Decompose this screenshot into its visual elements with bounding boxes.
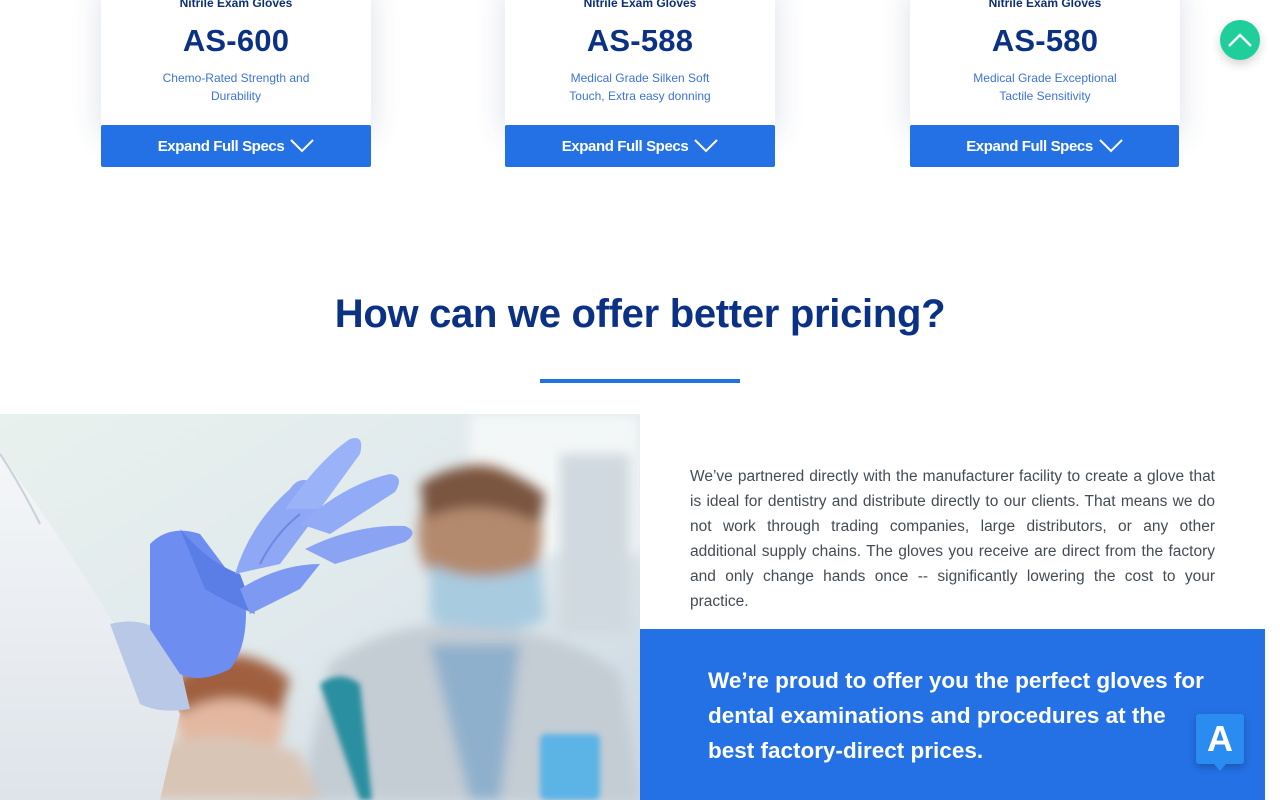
product-description: Medical Grade Silken Soft Touch, Extra e… [569,71,711,103]
chevron-down-icon [1099,139,1123,153]
product-card-as-580: Nitrile Exam Gloves AS-580 Medical Grade… [910,0,1180,125]
promo-banner: We’re proud to offer you the perfect glo… [640,629,1265,800]
page: Nitrile Exam Gloves AS-600 Chemo-Rated S… [0,0,1280,800]
product-model: AS-588 [586,23,694,58]
product-category: Nitrile Exam Gloves [179,0,293,10]
promo-text: We’re proud to offer you the perfect glo… [708,668,1204,763]
expand-specs-label: Expand Full Specs [561,137,689,155]
product-description: Chemo-Rated Strength and Durability [162,71,310,103]
product-card-as-588: Nitrile Exam Gloves AS-588 Medical Grade… [505,0,775,125]
chevron-down-icon [694,139,718,153]
product-model: AS-600 [182,23,290,58]
product-card-as-600: Nitrile Exam Gloves AS-600 Chemo-Rated S… [101,0,371,125]
expand-specs-button-as-580[interactable]: Expand Full Specs [910,125,1179,167]
product-description: Medical Grade Exceptional Tactile Sensit… [973,71,1117,103]
expand-specs-button-as-588[interactable]: Expand Full Specs [505,125,775,167]
dentist-gloves-photo [0,414,640,800]
scroll-to-top-button[interactable] [1220,20,1260,60]
expand-specs-button-as-600[interactable]: Expand Full Specs [101,125,371,167]
title-divider [540,379,740,383]
section-title: How can we offer better pricing? [334,292,946,336]
product-category: Nitrile Exam Gloves [988,0,1102,10]
chevron-up-icon [1228,33,1252,47]
product-category: Nitrile Exam Gloves [583,0,697,10]
expand-specs-label: Expand Full Specs [966,137,1093,155]
product-model: AS-580 [991,23,1099,58]
chevron-down-icon [290,139,314,153]
expand-specs-label: Expand Full Specs [157,137,285,155]
floating-chat-badge[interactable]: A [1196,714,1244,771]
pricing-body-text: We’ve partnered directly with the manufa… [690,468,1215,610]
badge-label: A [1207,718,1233,759]
